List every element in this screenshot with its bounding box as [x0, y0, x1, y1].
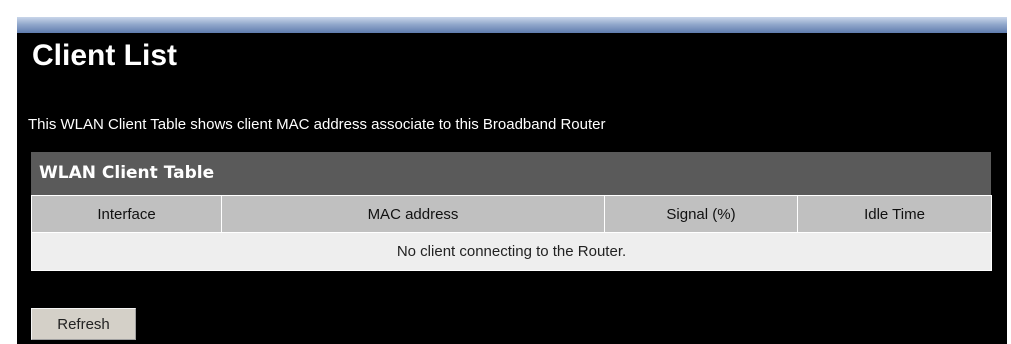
table-row: No client connecting to the Router. — [31, 232, 992, 271]
wlan-client-table: Interface MAC address Signal (%) Idle Ti… — [31, 195, 992, 271]
page-title: Client List — [32, 39, 178, 72]
column-header-mac-address: MAC address — [221, 195, 605, 233]
table-header-row: Interface MAC address Signal (%) Idle Ti… — [31, 195, 992, 233]
refresh-button[interactable]: Refresh — [31, 308, 136, 340]
column-header-idle-time: Idle Time — [797, 195, 992, 233]
table-title: WLAN Client Table — [31, 152, 991, 195]
column-header-signal: Signal (%) — [604, 195, 798, 233]
empty-table-message: No client connecting to the Router. — [31, 232, 992, 271]
client-list-panel: Client List This WLAN Client Table shows… — [17, 17, 1007, 344]
wlan-client-table-section: WLAN Client Table Interface MAC address … — [31, 152, 992, 271]
column-header-interface: Interface — [31, 195, 222, 233]
top-gradient-bar — [17, 17, 1007, 33]
page-description: This WLAN Client Table shows client MAC … — [28, 116, 606, 133]
